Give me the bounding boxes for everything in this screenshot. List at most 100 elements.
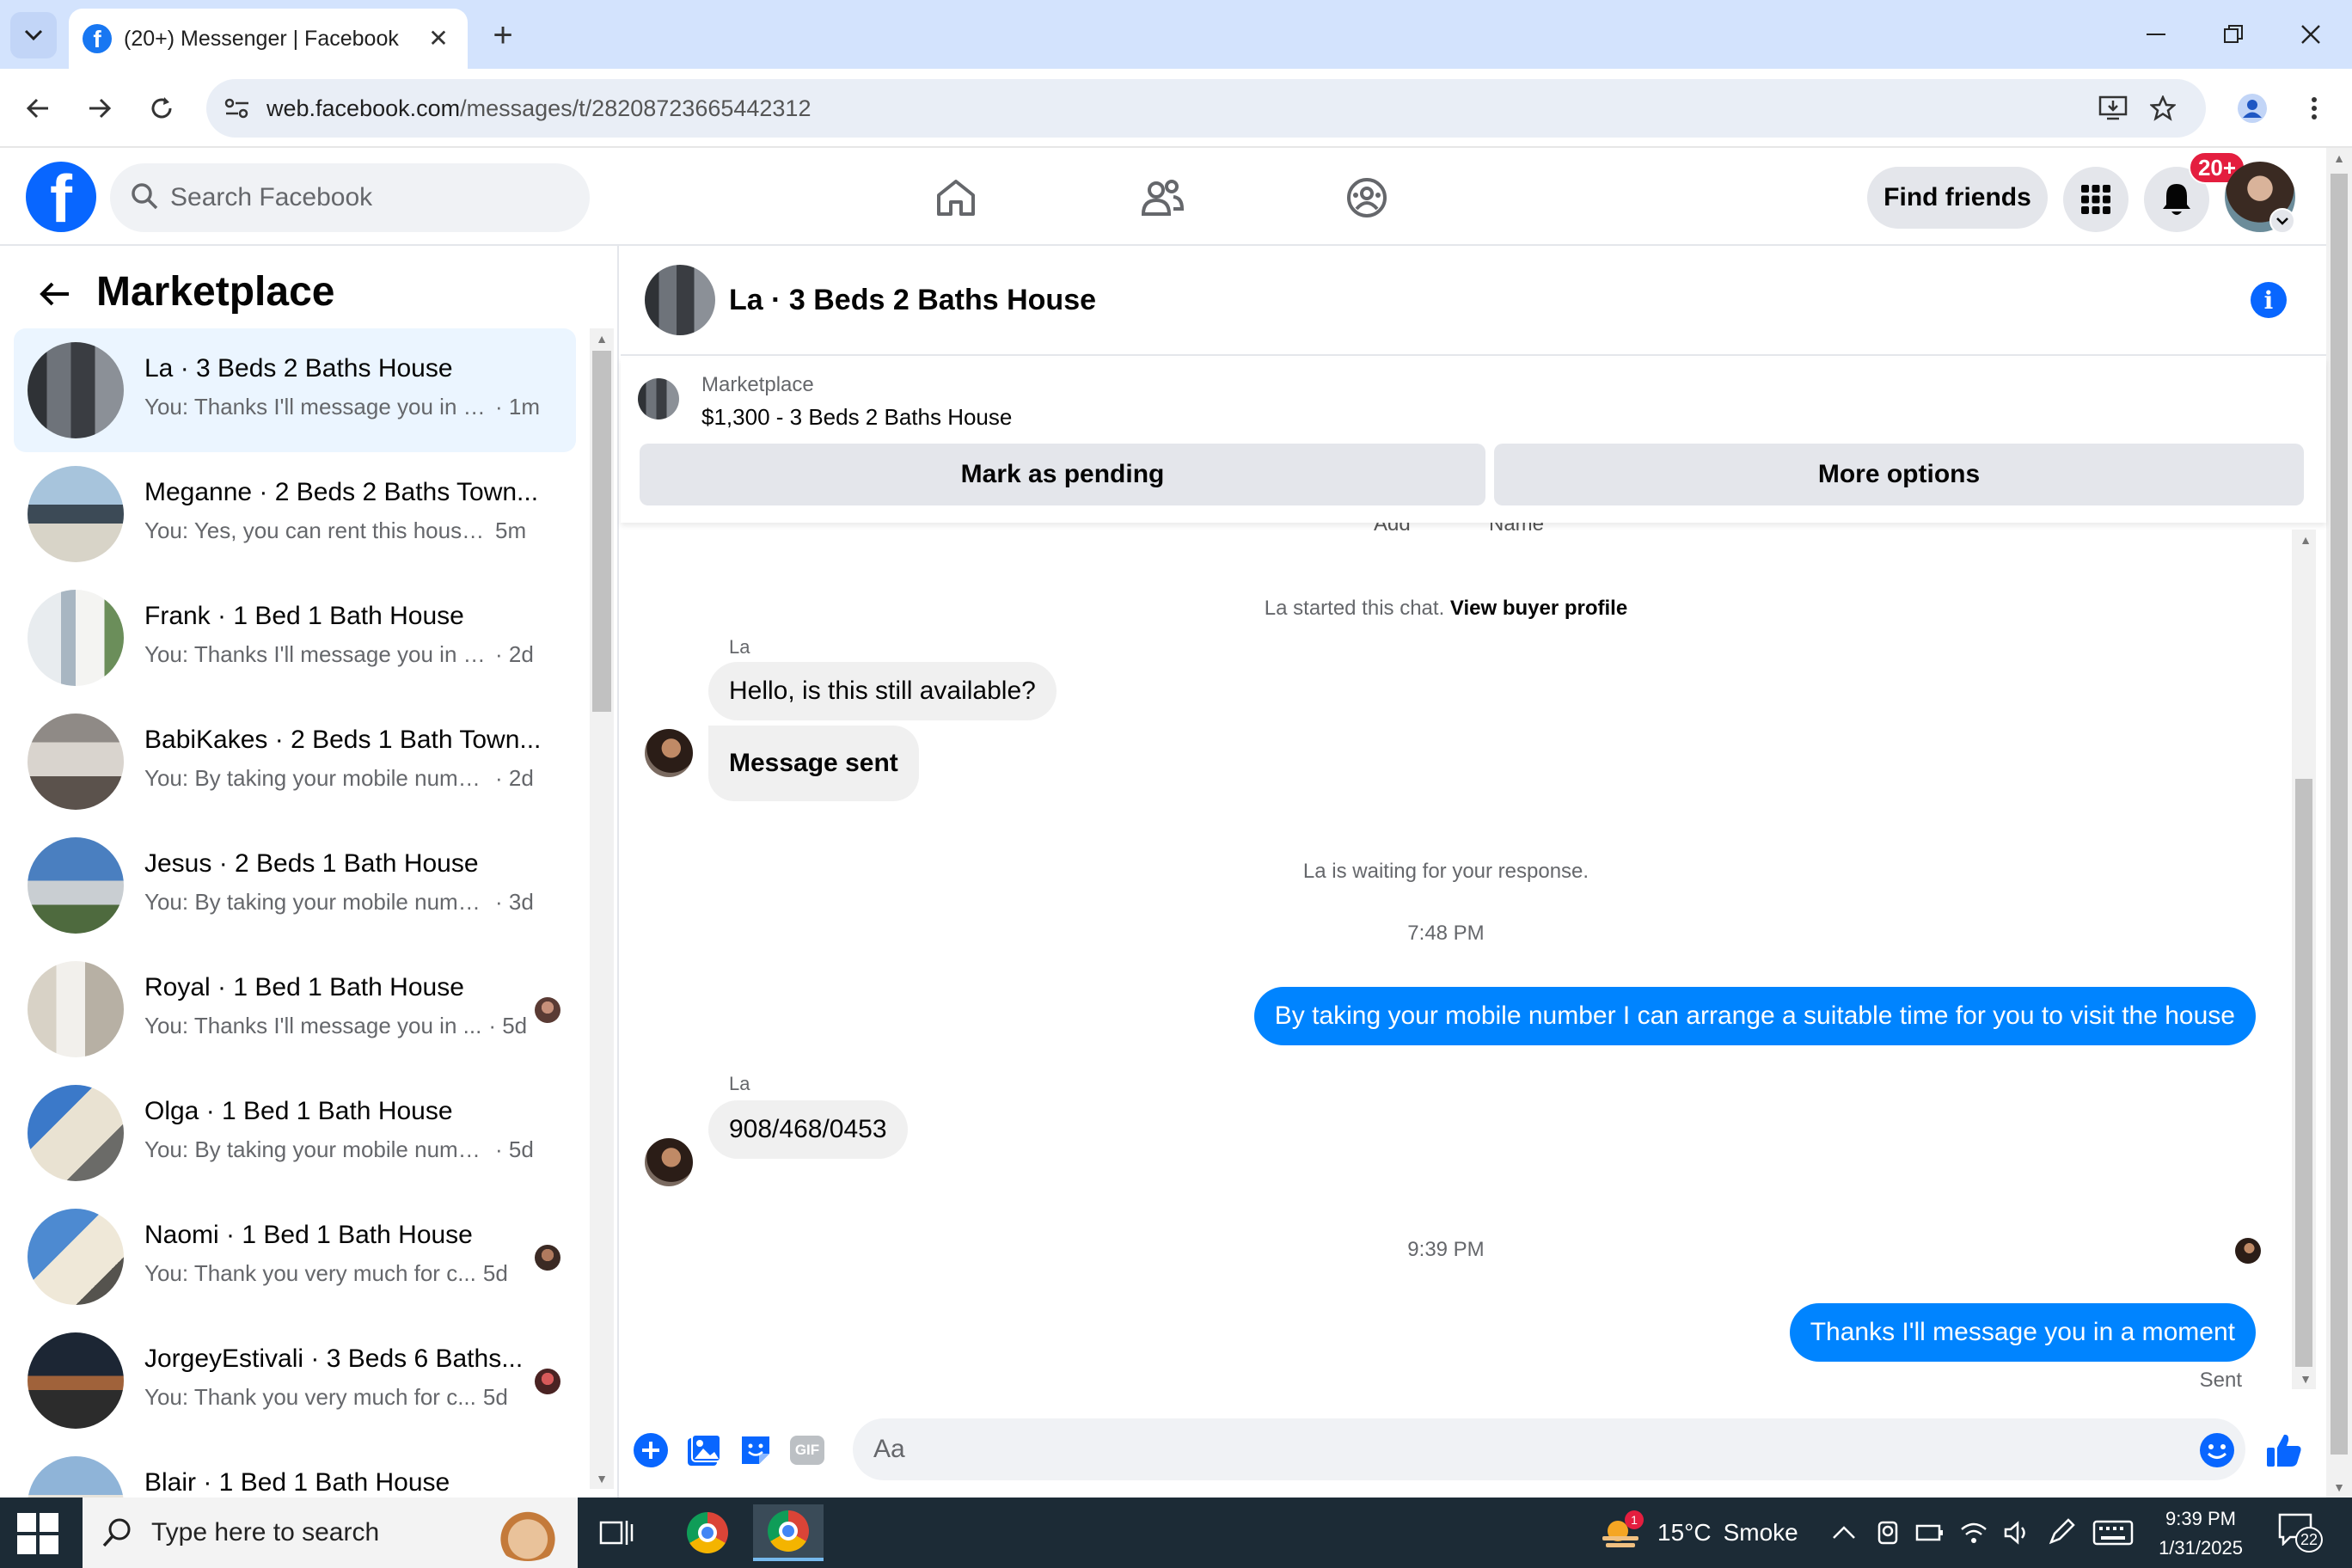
scroll-up-icon[interactable]: ▲ — [590, 328, 614, 349]
weather-temp: 15°C — [1657, 1519, 1712, 1546]
chat-scrollbar[interactable]: ▲ ▼ — [2292, 530, 2316, 1389]
menu-grid-button[interactable] — [2063, 167, 2128, 232]
sidebar-title: Marketplace — [96, 269, 335, 315]
notification-count: 22 — [2295, 1527, 2323, 1553]
conversation-item[interactable]: JorgeyEstivali · 3 Beds 6 Baths... You: … — [14, 1319, 576, 1442]
sent-status: Sent — [2199, 1369, 2242, 1391]
emoji-icon[interactable] — [2197, 1430, 2237, 1470]
conversation-item[interactable]: Royal · 1 Bed 1 Bath House You: Thanks I… — [14, 947, 576, 1071]
sidebar-scrollbar-thumb[interactable] — [592, 351, 611, 712]
conversation-item[interactable]: BabiKakes · 2 Beds 1 Bath Town... You: B… — [14, 700, 576, 824]
battery-icon[interactable] — [1915, 1521, 1945, 1545]
like-thumb-icon[interactable] — [2264, 1430, 2304, 1470]
conversation-item[interactable]: Olga · 1 Bed 1 Bath House You: By taking… — [14, 1071, 576, 1195]
incoming-message[interactable]: Hello, is this still available? — [708, 662, 1057, 720]
conversation-item[interactable]: Jesus · 2 Beds 1 Bath House You: By taki… — [14, 824, 576, 947]
pen-icon[interactable] — [2046, 1518, 2075, 1547]
task-view-icon[interactable] — [581, 1504, 652, 1561]
page-scrollbar[interactable]: ▲ ▼ — [2326, 148, 2352, 1498]
seen-avatar — [535, 1245, 560, 1271]
notification-center-icon[interactable]: 22 — [2278, 1513, 2323, 1553]
conversation-item[interactable]: Naomi · 1 Bed 1 Bath House You: Thank yo… — [14, 1195, 576, 1319]
sender-name: La — [729, 1073, 750, 1094]
message-input[interactable] — [853, 1418, 2245, 1480]
friends-nav-icon[interactable] — [1136, 172, 1188, 224]
chrome-profile-1-icon[interactable] — [672, 1504, 743, 1561]
scroll-down-icon[interactable]: ▼ — [2327, 1477, 2351, 1498]
back-button[interactable] — [15, 86, 60, 131]
bookmark-star-icon[interactable] — [2144, 89, 2182, 127]
sender-avatar[interactable] — [645, 729, 693, 777]
chat-scrollbar-thumb[interactable] — [2295, 779, 2312, 1367]
more-options-button[interactable]: More options — [1494, 444, 2304, 505]
close-window-button[interactable] — [2285, 12, 2337, 57]
clock-date: 1/31/2025 — [2159, 1537, 2243, 1559]
gif-icon[interactable]: GIF — [787, 1430, 827, 1470]
windows-start-icon[interactable] — [17, 1513, 58, 1554]
scroll-down-icon[interactable]: ▼ — [590, 1468, 614, 1489]
volume-icon[interactable] — [2003, 1521, 2030, 1545]
wifi-icon[interactable] — [1960, 1521, 1988, 1545]
taskbar-search-box[interactable]: Type here to search — [83, 1498, 578, 1568]
conversation-item[interactable]: Meganne · 2 Beds 2 Baths Town... You: Ye… — [14, 452, 576, 576]
address-bar[interactable]: web.facebook.com/messages/t/282087236654… — [206, 79, 2206, 138]
faded-label-right: Name — [1489, 523, 1545, 536]
restore-button[interactable] — [2208, 12, 2259, 57]
back-arrow-icon[interactable] — [31, 270, 79, 318]
conversation-item[interactable]: Frank · 1 Bed 1 Bath House You: Thanks I… — [14, 576, 576, 700]
scroll-up-icon[interactable]: ▲ — [2294, 530, 2318, 550]
grid-icon — [2081, 185, 2110, 214]
search-icon — [101, 1516, 134, 1556]
find-friends-button[interactable]: Find friends — [1867, 167, 2048, 229]
chat-title[interactable]: La · 3 Beds 2 Baths House — [729, 284, 1096, 317]
close-tab-icon[interactable]: ✕ — [423, 22, 454, 53]
meet-now-icon[interactable] — [1876, 1519, 1900, 1547]
home-nav-icon[interactable] — [930, 172, 982, 224]
chat-listing-avatar[interactable] — [645, 265, 715, 335]
conversation-item[interactable]: Blair · 1 Bed 1 Bath House — [14, 1442, 576, 1498]
tab-search-button[interactable] — [10, 12, 57, 58]
install-app-icon[interactable] — [2094, 89, 2132, 127]
scroll-down-icon[interactable]: ▼ — [2294, 1369, 2318, 1389]
incoming-message[interactable]: 908/468/0453 — [708, 1100, 908, 1159]
photo-icon[interactable] — [684, 1430, 724, 1470]
minimize-button[interactable] — [2130, 12, 2182, 57]
timestamp: 9:39 PM — [1407, 1238, 1485, 1261]
listing-thumbnail — [28, 466, 124, 562]
plus-icon[interactable] — [631, 1430, 671, 1470]
facebook-search-input[interactable]: Search Facebook — [110, 163, 590, 232]
listing-thumbnail — [28, 837, 124, 934]
view-buyer-profile-link[interactable]: View buyer profile — [1450, 597, 1627, 620]
scroll-up-icon[interactable]: ▲ — [2327, 148, 2351, 168]
site-settings-icon[interactable] — [218, 89, 256, 127]
account-chevron-icon[interactable] — [2269, 208, 2295, 234]
sidebar-scrollbar[interactable]: ▲ ▼ — [590, 328, 614, 1489]
mark-as-pending-button[interactable]: Mark as pending — [640, 444, 1485, 505]
chrome-active-icon[interactable] — [753, 1504, 824, 1561]
page-scrollbar-thumb[interactable] — [2331, 174, 2348, 1455]
facebook-logo-icon[interactable]: f — [26, 162, 96, 232]
outgoing-message[interactable]: By taking your mobile number I can arran… — [1253, 987, 2256, 1045]
listing-thumbnail — [28, 1332, 124, 1429]
reload-button[interactable] — [139, 86, 184, 131]
minimize-icon — [2147, 34, 2165, 35]
conversation-item[interactable]: La · 3 Beds 2 Baths House You: Thanks I'… — [14, 328, 576, 452]
profile-button[interactable] — [2230, 86, 2275, 131]
conversation-time: · 5d — [495, 1136, 534, 1162]
keyboard-icon[interactable] — [2092, 1520, 2134, 1546]
groups-nav-icon[interactable] — [1341, 172, 1393, 224]
browser-menu-button[interactable] — [2292, 86, 2337, 131]
outgoing-message[interactable]: Thanks I'll message you in a moment — [1789, 1303, 2256, 1362]
sticker-icon[interactable] — [736, 1430, 775, 1470]
chevron-up-icon[interactable] — [1831, 1524, 1857, 1541]
system-tray — [1831, 1498, 2134, 1568]
incoming-message[interactable]: Message sent — [708, 726, 919, 801]
listing-price[interactable]: $1,300 - 3 Beds 2 Baths House — [701, 404, 1012, 431]
new-tab-button[interactable]: + — [481, 14, 524, 57]
forward-button[interactable] — [77, 86, 122, 131]
weather-widget[interactable]: 1 15°C Smoke — [1599, 1498, 1798, 1568]
info-icon[interactable]: i — [2251, 282, 2287, 318]
taskbar-clock[interactable]: 9:39 PM 1/31/2025 — [2141, 1504, 2261, 1563]
sender-avatar[interactable] — [645, 1138, 693, 1186]
browser-tab[interactable]: f (20+) Messenger | Facebook ✕ — [69, 9, 468, 69]
